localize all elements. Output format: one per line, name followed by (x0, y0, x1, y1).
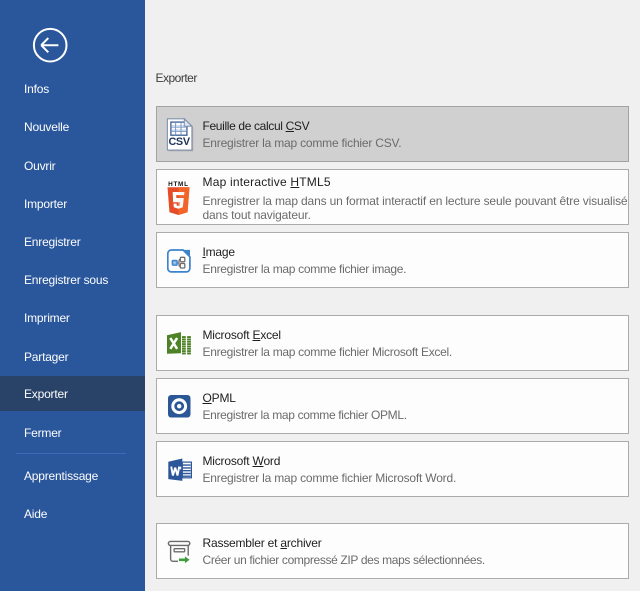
svg-text:HTML: HTML (168, 181, 189, 188)
svg-text:CSV: CSV (168, 136, 190, 148)
